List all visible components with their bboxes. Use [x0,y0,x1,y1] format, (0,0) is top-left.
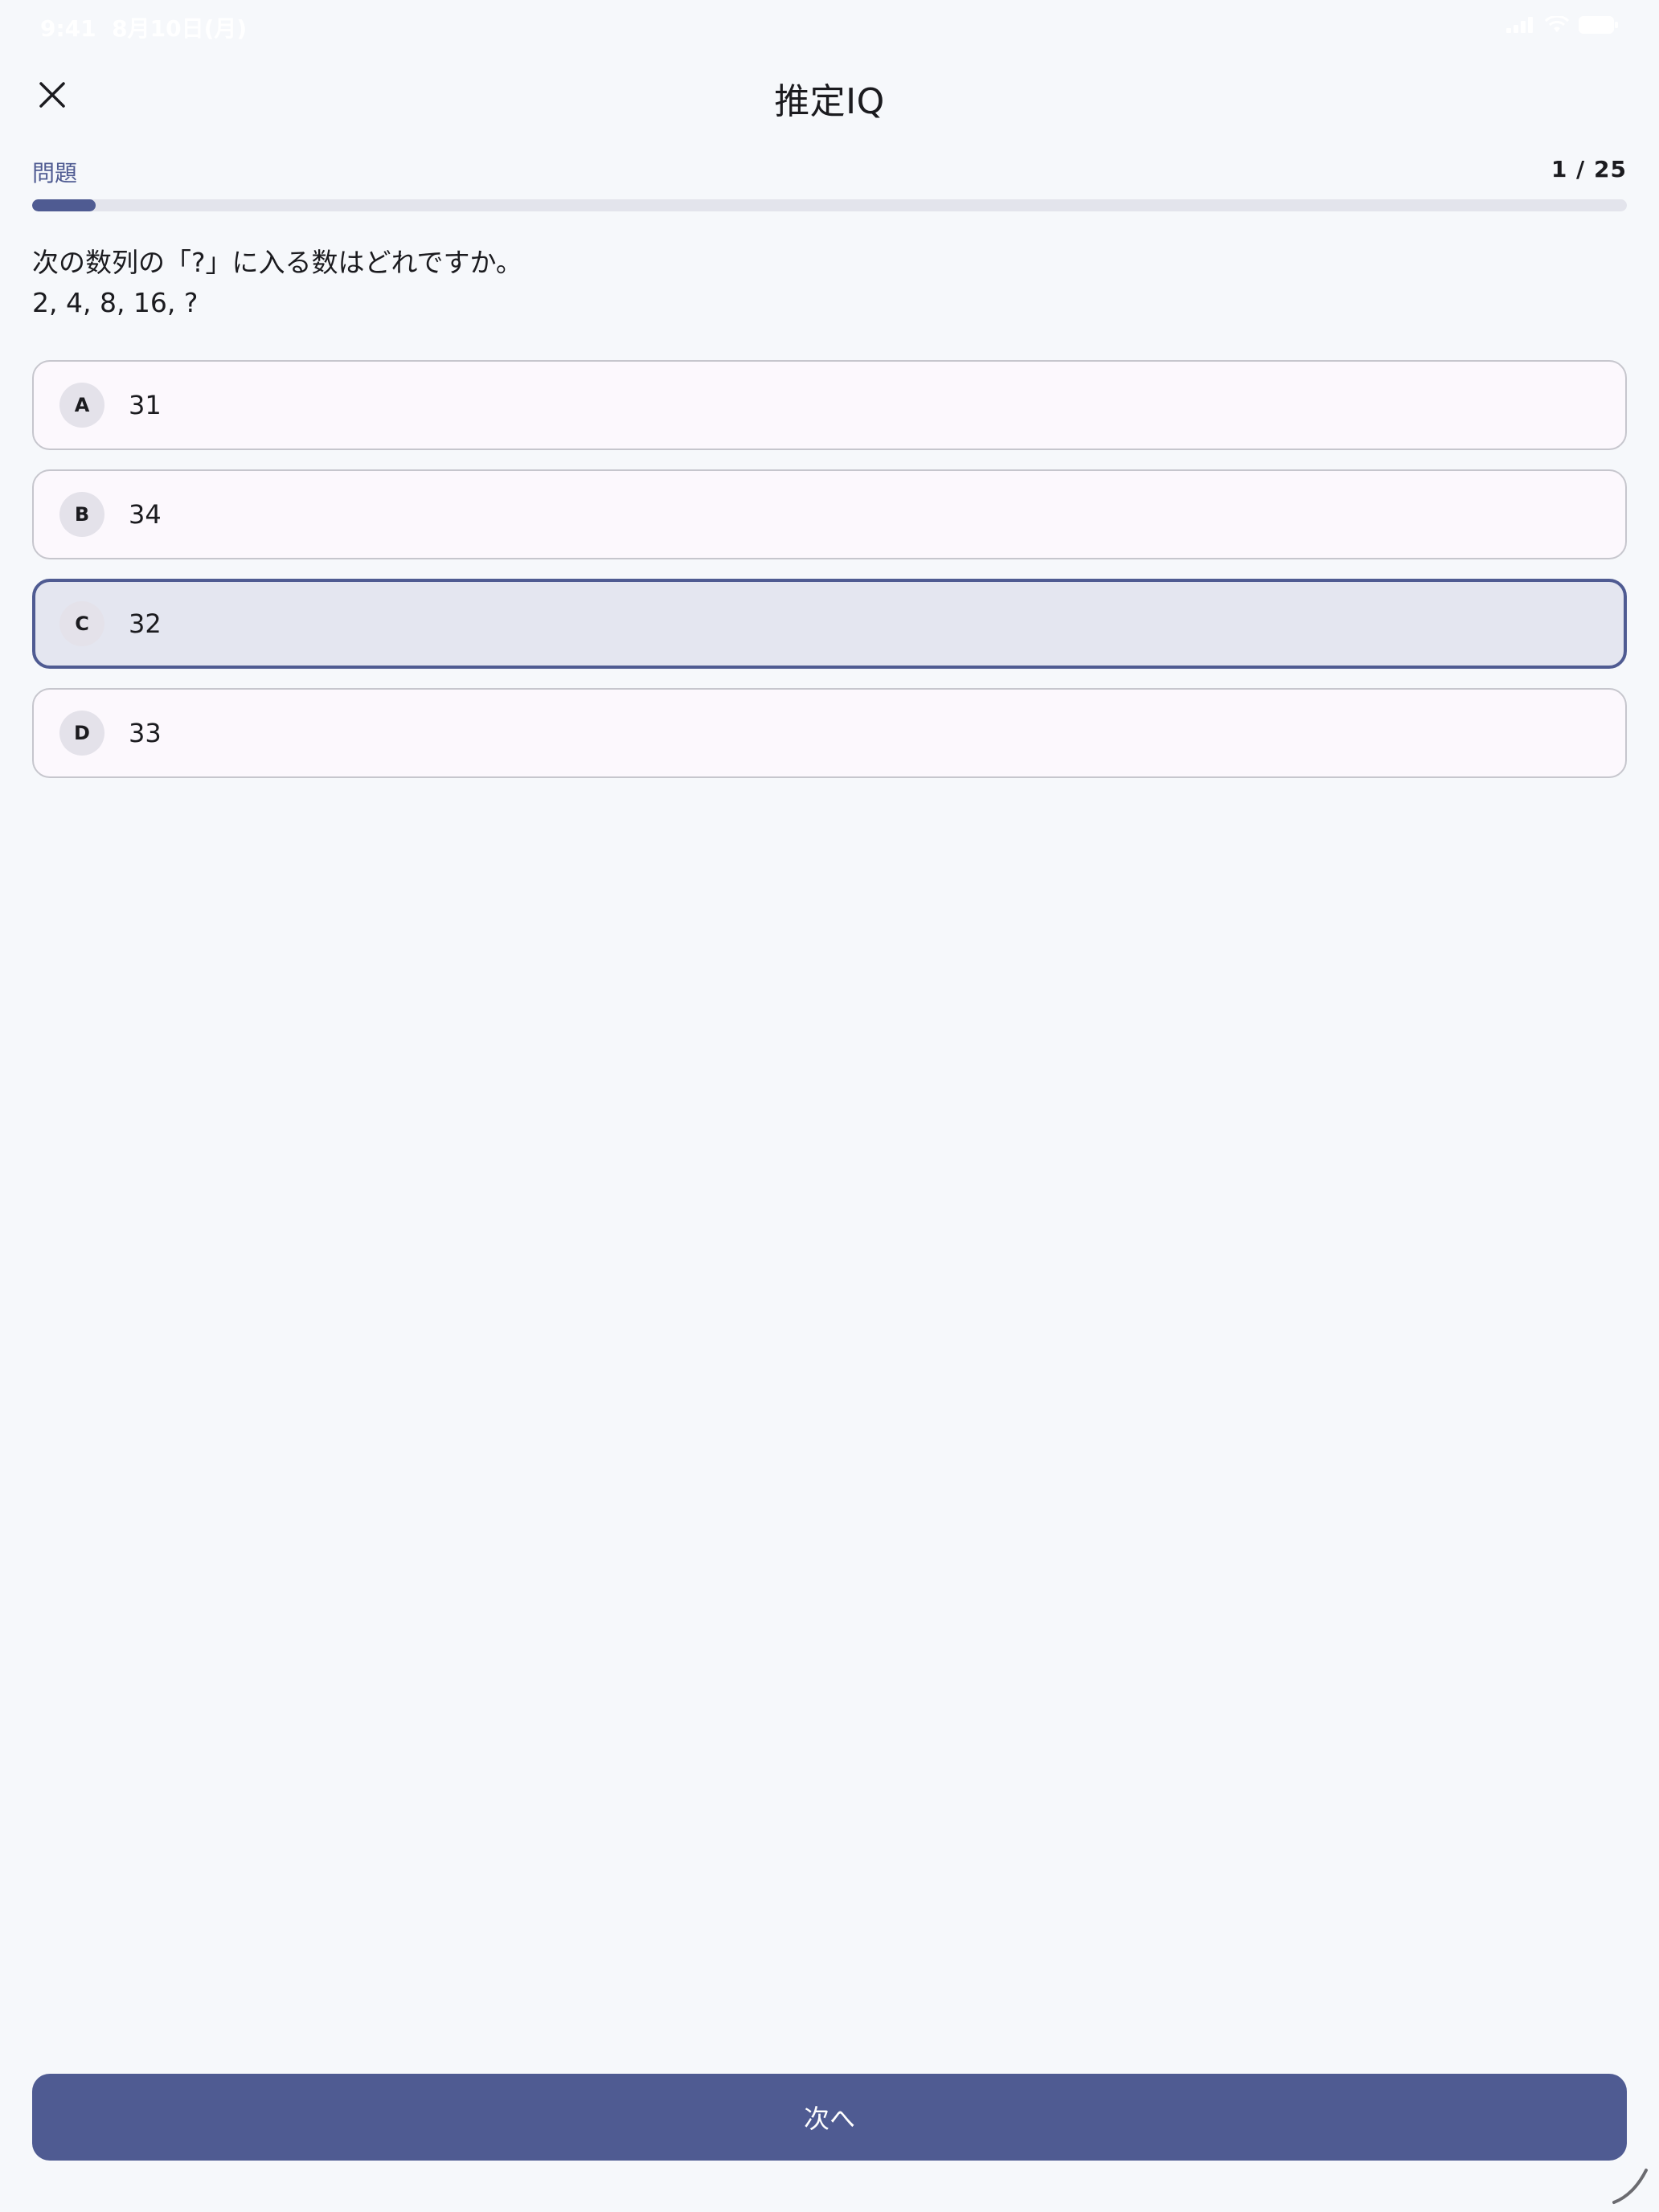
progress-count: 1 / 25 [1550,156,1627,182]
option-c[interactable]: C 32 [32,579,1627,669]
option-value: 31 [129,390,162,420]
pencil-stroke-icon [1609,2165,1651,2207]
status-time: 9:41 8月10日(月) [40,11,247,43]
option-letter-badge: D [59,711,104,756]
option-value: 32 [129,608,162,639]
wifi-icon [1545,16,1569,34]
quiz-screen: 9:41 8月10日(月) 推定IQ 問題 1 / 25 次の数列の「?」に入る… [0,0,1659,2212]
progress-bar-fill [32,199,96,211]
progress-label: 問題 [32,160,78,186]
option-b[interactable]: B 34 [32,469,1627,559]
question-prompt: 次の数列の「?」に入る数はどれですか。 [32,247,522,278]
header: 推定IQ [0,69,1659,124]
status-date: 8月10日(月) [112,15,248,42]
option-d[interactable]: D 33 [32,688,1627,778]
option-letter-badge: B [59,492,104,537]
option-letter-badge: C [59,601,104,646]
progress-bar [32,199,1627,211]
status-icons [1506,16,1619,34]
battery-icon [1579,16,1619,34]
option-a[interactable]: A 31 [32,360,1627,450]
option-value: 33 [129,718,162,748]
question-text: 次の数列の「?」に入る数はどれですか。 2, 4, 8, 16, ? [32,243,1627,323]
status-clock: 9:41 [40,15,96,42]
option-letter-badge: A [59,383,104,428]
page-title: 推定IQ [774,81,885,122]
next-button[interactable]: 次へ [32,2074,1627,2161]
answer-options: A 31 B 34 C 32 D 33 [32,360,1627,797]
question-sequence: 2, 4, 8, 16, ? [32,287,199,318]
status-bar: 9:41 8月10日(月) [0,0,1659,51]
option-value: 34 [129,499,162,530]
cellular-signal-icon [1506,17,1535,33]
